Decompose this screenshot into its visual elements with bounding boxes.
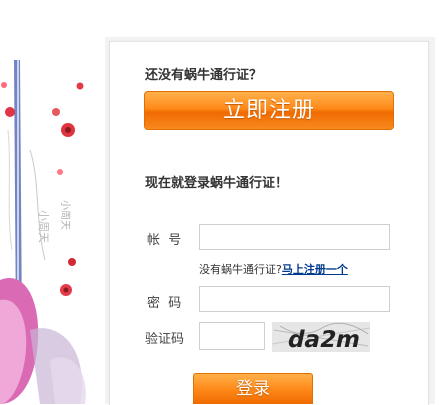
captcha-label: 验证码	[145, 332, 185, 347]
register-hint: 没有蜗牛通行证?马上注册一个	[199, 261, 348, 277]
password-input[interactable]	[199, 286, 390, 312]
account-label: 帐 号	[147, 233, 182, 248]
register-link[interactable]: 马上注册一个	[282, 263, 348, 276]
account-input[interactable]	[199, 224, 390, 250]
register-question: 还没有蜗牛通行证？	[145, 68, 263, 83]
svg-text:小周天: 小周天	[37, 210, 50, 243]
captcha-input[interactable]	[199, 322, 265, 350]
register-hint-text: 没有蜗牛通行证?	[199, 263, 282, 276]
svg-text:小周天: 小周天	[59, 200, 71, 230]
login-button[interactable]: 登录	[193, 373, 313, 404]
login-title: 现在就登录蜗牛通行证！	[145, 176, 289, 191]
register-now-button[interactable]: 立即注册	[144, 91, 394, 130]
captcha-image[interactable]: da2m	[271, 322, 371, 353]
captcha-text: da2m	[285, 326, 363, 352]
decorative-artwork: 小周天 小周天	[0, 0, 100, 404]
password-label: 密 码	[147, 296, 182, 311]
